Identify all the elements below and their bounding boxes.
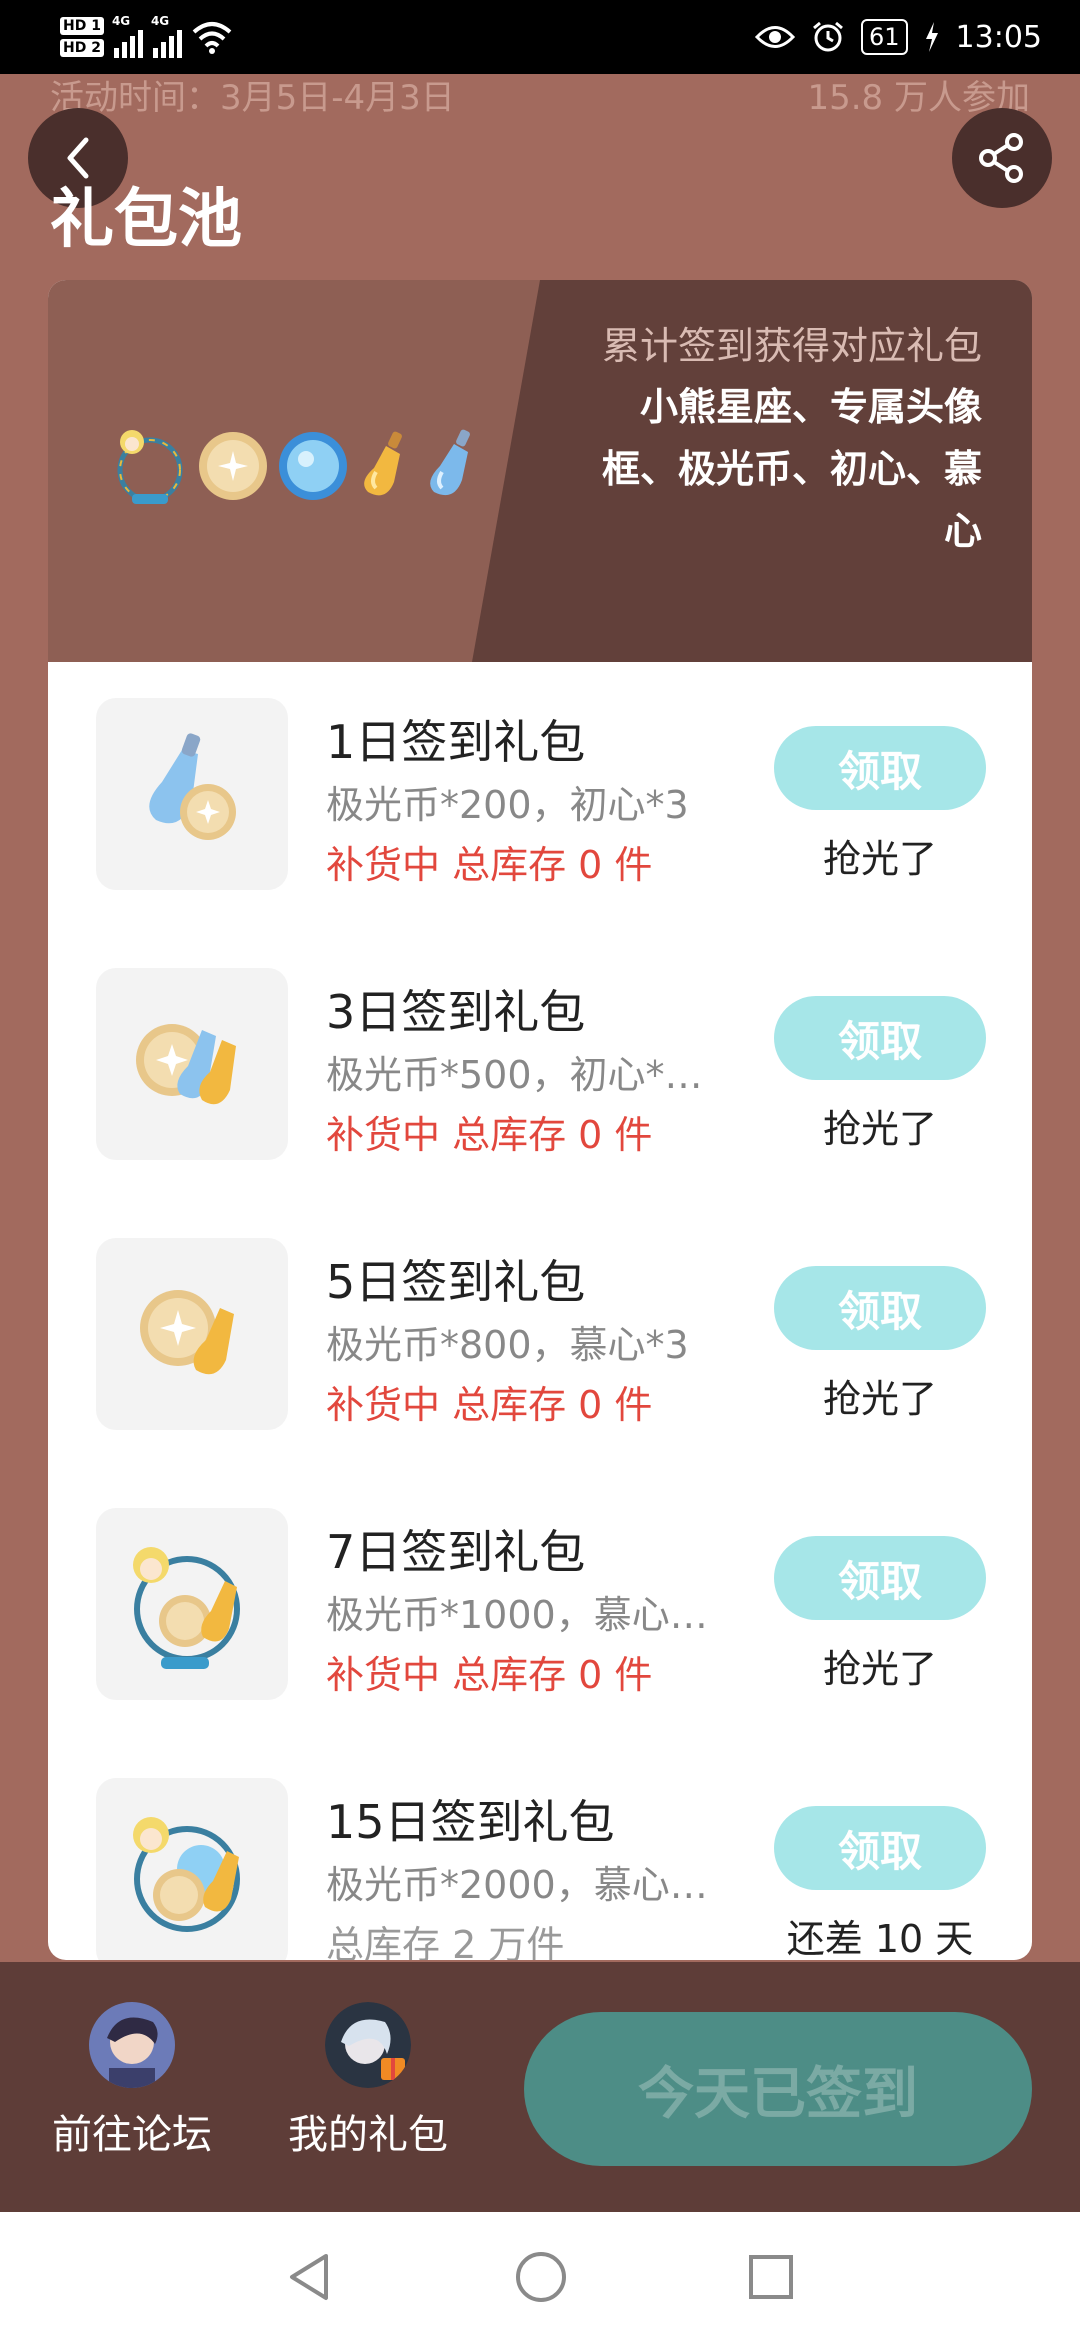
signal-icon-2: 4G — [150, 14, 182, 58]
blue-potion-icon — [430, 429, 470, 496]
gift-thumbnail — [96, 1238, 288, 1430]
my-gifts-avatar-icon — [325, 2002, 411, 2088]
network-type-2: 4G — [150, 14, 170, 28]
activity-time: 活动时间：3月5日-4月3日 — [50, 78, 455, 118]
forum-avatar-icon — [89, 2002, 175, 2088]
reward-icons — [110, 426, 482, 506]
gift-description: 极光币*500，初心*… — [326, 1053, 703, 1097]
gift-title: 5日签到礼包 — [326, 1255, 586, 1309]
gift-title: 3日签到礼包 — [326, 985, 586, 1039]
clock-time: 13:05 — [955, 19, 1042, 55]
hd1-badge: HD 1 — [60, 17, 104, 35]
wifi-icon — [192, 22, 232, 54]
frame-orb-coin-potion-icon — [133, 1817, 240, 1932]
gift-stock: 补货中 总库存 0 件 — [326, 1653, 653, 1697]
claim-status: 抢光了 — [822, 1107, 937, 1151]
my-gifts-label: 我的礼包 — [288, 2112, 448, 2158]
share-icon — [979, 133, 1023, 183]
claim-button[interactable]: 领取 — [774, 996, 986, 1080]
gift-stock: 补货中 总库存 0 件 — [326, 1383, 653, 1427]
claim-button[interactable]: 领取 — [774, 726, 986, 810]
hd2-badge: HD 2 — [60, 39, 104, 57]
eye-icon — [754, 26, 795, 48]
home-circle-icon[interactable] — [514, 2250, 568, 2304]
claim-button[interactable]: 领取 — [774, 1806, 986, 1890]
forum-label: 前往论坛 — [52, 2112, 212, 2158]
gift-thumbnail — [96, 698, 288, 890]
claim-status: 抢光了 — [822, 837, 937, 881]
reward-banner: 累计签到获得对应礼包 小熊星座、专属头像框、极光币、初心、慕心 — [48, 280, 1032, 662]
page-title: 礼包池 — [50, 183, 242, 257]
claim-status: 抢光了 — [822, 1647, 937, 1691]
gift-description: 极光币*800，慕心*3 — [326, 1323, 689, 1367]
gift-row-7: 7日签到礼包 极光币*1000，慕心… 补货中 总库存 0 件 领取 抢光了 — [48, 1472, 1032, 1742]
gift-row-5: 5日签到礼包 极光币*800，慕心*3 补货中 总库存 0 件 领取 抢光了 — [48, 1202, 1032, 1472]
banner-reward-list: 小熊星座、专属头像框、极光币、初心、慕心 — [601, 385, 982, 553]
gift-description: 极光币*200，初心*3 — [326, 783, 689, 827]
gift-title: 7日签到礼包 — [326, 1525, 586, 1579]
gift-description: 极光币*1000，慕心… — [326, 1593, 708, 1637]
battery-level: 61 — [860, 19, 908, 55]
gift-stock: 总库存 2 万件 — [326, 1923, 565, 1960]
gift-title: 1日签到礼包 — [326, 715, 586, 769]
gift-row-1: 1日签到礼包 极光币*200，初心*3 补货中 总库存 0 件 领取 抢光了 — [48, 662, 1032, 932]
gift-title: 15日签到礼包 — [326, 1795, 615, 1849]
gold-potion-icon — [364, 431, 402, 496]
recents-square-icon[interactable] — [746, 2250, 796, 2304]
coin-potions-icon — [136, 1024, 236, 1105]
frame-coin-potion-icon — [133, 1547, 240, 1669]
avatar-frame-icon — [117, 430, 183, 504]
gift-description: 极光币*2000，慕心… — [326, 1863, 708, 1907]
gift-stock: 补货中 总库存 0 件 — [326, 843, 653, 887]
signal-icon: 4G — [111, 14, 143, 58]
gift-row-3: 3日签到礼包 极光币*500，初心*… 补货中 总库存 0 件 领取 抢光了 — [48, 932, 1032, 1202]
gift-thumbnail — [96, 1508, 288, 1700]
status-bar: HD 1 HD 2 4G 4G 61 13:05 — [0, 0, 1080, 74]
banner-subtitle: 累计签到获得对应礼包 — [601, 324, 982, 368]
activity-info: 活动时间：3月5日-4月3日 15.8 万人参加 — [50, 70, 1030, 118]
gift-row-15: 15日签到礼包 极光币*2000，慕心… 总库存 2 万件 领取 还差 10 天 — [48, 1742, 1032, 1960]
share-button[interactable] — [952, 108, 1052, 208]
bottom-action-bar: 前往论坛 我的礼包 今天已签到 — [0, 1962, 1080, 2212]
banner-text: 累计签到获得对应礼包 小熊星座、专属头像框、极光币、初心、慕心 — [592, 316, 982, 562]
my-gifts-link[interactable]: 我的礼包 — [258, 2002, 478, 2160]
hd-indicator: HD 1 HD 2 — [60, 15, 104, 59]
gift-stock: 补货中 总库存 0 件 — [326, 1113, 653, 1157]
coin-gold-potion-icon — [140, 1290, 234, 1375]
claim-button[interactable]: 领取 — [774, 1266, 986, 1350]
alarm-icon — [813, 21, 843, 52]
gift-thumbnail — [96, 968, 288, 1160]
claim-status: 抢光了 — [822, 1377, 937, 1421]
aurora-coin-icon — [199, 432, 267, 500]
gift-thumbnail — [96, 1778, 288, 1960]
claim-button[interactable]: 领取 — [774, 1536, 986, 1620]
crystal-orb-icon — [279, 432, 347, 500]
blue-potion-coin-icon — [149, 733, 236, 840]
gift-pool-card: 累计签到获得对应礼包 小熊星座、专属头像框、极光币、初心、慕心 1日签到礼包 极… — [48, 280, 1032, 1960]
claim-status: 还差 10 天 — [786, 1917, 974, 1960]
back-triangle-icon[interactable] — [284, 2250, 334, 2304]
network-type-1: 4G — [111, 14, 131, 28]
charging-icon — [925, 22, 938, 52]
checked-in-button[interactable]: 今天已签到 — [524, 2012, 1032, 2166]
system-navigation-bar — [0, 2212, 1080, 2340]
forum-link[interactable]: 前往论坛 — [22, 2002, 242, 2160]
